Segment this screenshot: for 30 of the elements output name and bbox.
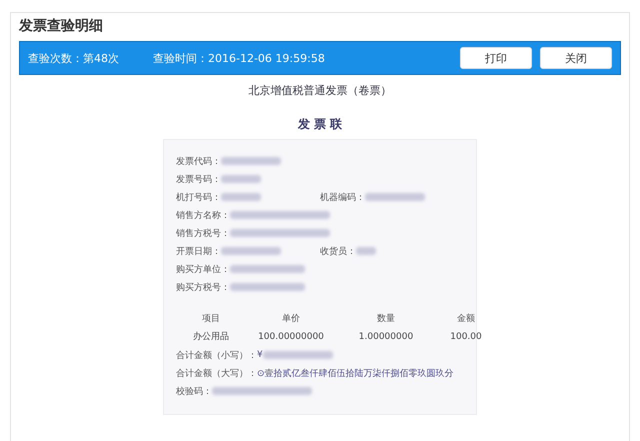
table-cell-text: 100.00 [449, 331, 483, 344]
page-title: 发票查验明细 [19, 17, 104, 35]
field-label: 机打号码： [176, 192, 221, 204]
field-label: 销售方名称： [176, 210, 230, 222]
field-label: 购买方单位： [176, 264, 230, 276]
invoice-title: 北京增值税普通发票（卷票） [248, 83, 392, 98]
column-header: 单价 [281, 312, 301, 326]
check-count: 查验次数：第48次 [28, 50, 119, 66]
field-label: 合计金额（小写）： [176, 350, 257, 362]
field-label: 校验码： [176, 386, 212, 398]
column-header: 金额 [456, 312, 476, 326]
field-label: 销售方税号： [176, 228, 230, 240]
print-button[interactable]: 打印 [460, 47, 532, 69]
field-label: 发票代码： [176, 156, 221, 168]
field-label: 开票日期： [176, 246, 221, 258]
table-cell-text: 100.00000000 [257, 331, 325, 344]
copy-label: 发 票 联 [296, 116, 344, 133]
field-value: ⊙壹拾贰亿叁仟肆佰伍拾陆万柒仟捌佰零玖圆玖分 [257, 368, 454, 380]
field-value: ¥ [257, 350, 263, 360]
field-label: 购买方税号： [176, 282, 230, 294]
field-label: 合计金额（大写）： [176, 368, 257, 380]
field-label: 机器编码： [320, 192, 365, 204]
table-cell-text: 1.00000000 [358, 331, 414, 344]
field-label: 收货员： [320, 246, 356, 258]
column-header: 项目 [201, 313, 221, 326]
close-button[interactable]: 关闭 [540, 47, 612, 69]
field-label: 发票号码： [176, 174, 221, 186]
check-time: 查验时间：2016-12-06 19:59:58 [153, 50, 325, 66]
column-header: 数量 [376, 312, 396, 326]
table-cell-text: 办公用品 [192, 330, 230, 344]
